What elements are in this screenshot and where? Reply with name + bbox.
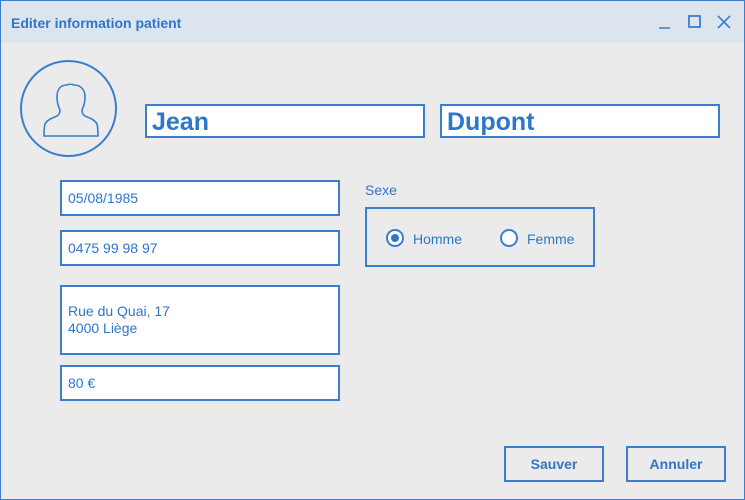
radio-selected-dot bbox=[391, 234, 399, 242]
first-name-field[interactable]: Jean bbox=[145, 104, 425, 138]
radio-label-female: Femme bbox=[527, 231, 575, 247]
birth-date-field[interactable]: 05/08/1985 bbox=[60, 180, 340, 216]
sex-radio-group: Homme Femme bbox=[365, 207, 595, 267]
maximize-icon[interactable] bbox=[687, 14, 703, 30]
address-line-2: 4000 Liège bbox=[68, 320, 138, 336]
phone-field[interactable]: 0475 99 98 97 bbox=[60, 230, 340, 266]
radio-label-male: Homme bbox=[413, 231, 463, 247]
cancel-button[interactable]: Annuler bbox=[626, 446, 726, 482]
address-field[interactable]: Rue du Quai, 17 4000 Liège bbox=[60, 285, 340, 355]
save-button[interactable]: Sauver bbox=[504, 446, 604, 482]
price-field[interactable]: 80 € bbox=[60, 365, 340, 401]
window-title: Editer information patient bbox=[11, 15, 182, 31]
radio-button-female[interactable] bbox=[500, 229, 518, 247]
close-icon[interactable] bbox=[716, 14, 732, 30]
radio-button-male[interactable] bbox=[386, 229, 404, 247]
user-silhouette-icon bbox=[43, 83, 99, 137]
minimize-icon[interactable] bbox=[657, 14, 673, 30]
title-bar[interactable]: Editer information patient bbox=[1, 1, 744, 43]
last-name-field[interactable]: Dupont bbox=[440, 104, 720, 138]
edit-patient-window: Editer information patient Jean Dupont 0… bbox=[0, 0, 745, 500]
patient-avatar[interactable] bbox=[20, 60, 117, 157]
address-line-1: Rue du Quai, 17 bbox=[68, 303, 170, 319]
sex-label: Sexe bbox=[365, 182, 397, 198]
